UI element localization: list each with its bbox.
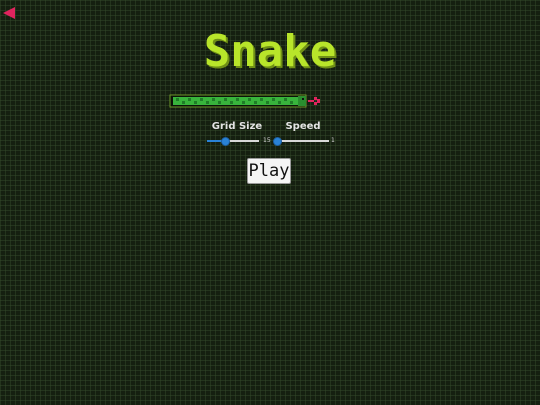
snake-icon [169,94,320,108]
grid-size-value: 15 [263,137,271,144]
play-button[interactable]: Play [247,158,291,184]
speed-value: 1 [331,137,335,144]
back-button[interactable] [3,4,17,19]
back-arrow-icon [3,7,15,19]
grid-size-slider[interactable] [207,136,259,146]
speed-slider-thumb[interactable] [273,137,282,146]
game-title: Snake [203,26,337,77]
speed-slider[interactable] [273,136,329,146]
grid-size-slider-thumb[interactable] [221,137,231,146]
speed-slider-track [277,140,329,142]
speed-label: Speed [285,121,321,132]
